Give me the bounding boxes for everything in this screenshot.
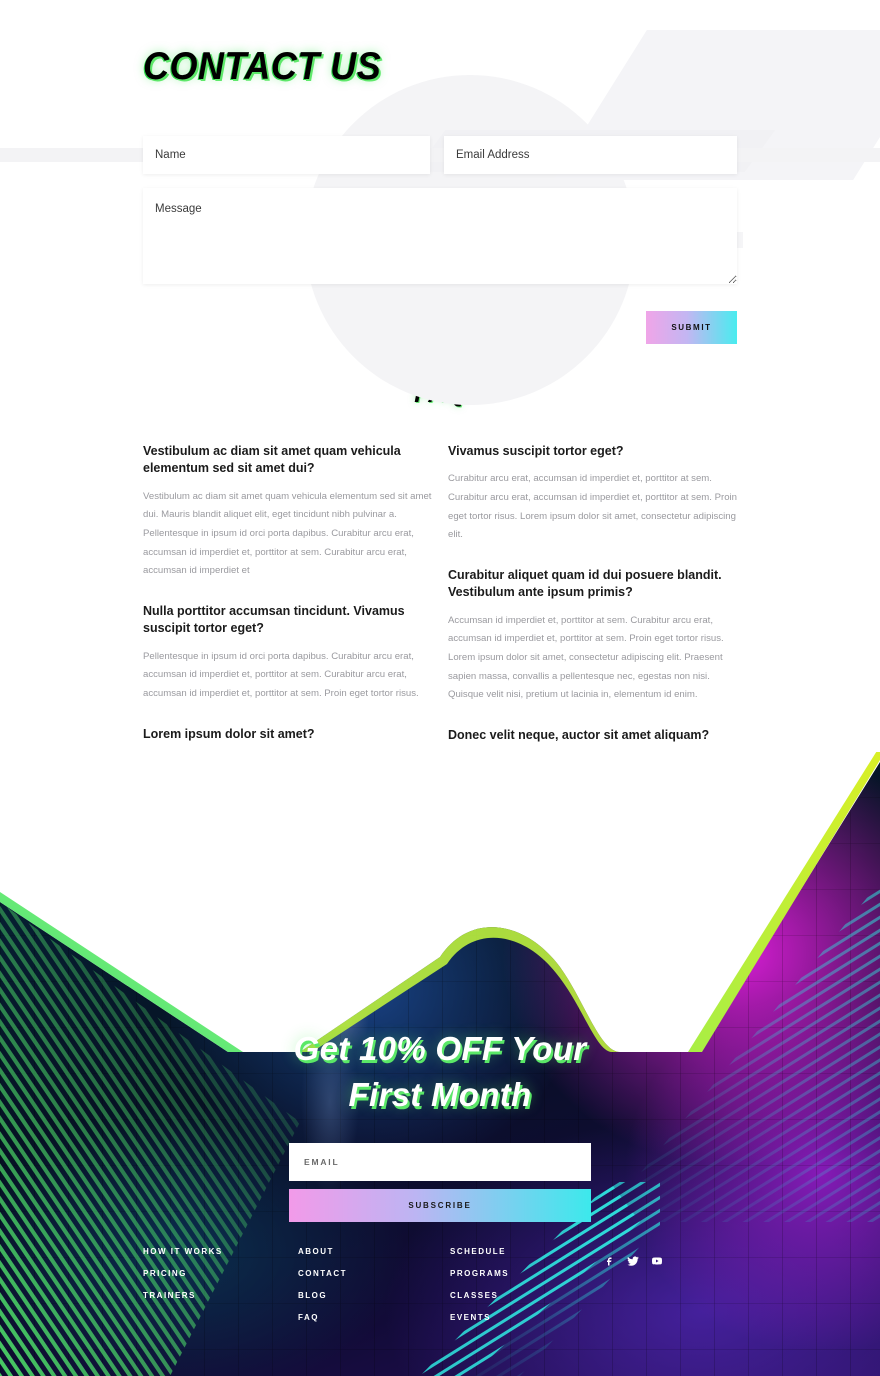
faq-answer: Curabitur arcu erat, accumsan id imperdi… — [448, 473, 737, 541]
footer-link-about[interactable]: ABOUT — [298, 1248, 450, 1256]
footer-link-schedule[interactable]: SCHEDULE — [450, 1248, 602, 1256]
footer-link-programs[interactable]: PROGRAMS — [450, 1270, 602, 1278]
contact-form-row — [143, 136, 737, 174]
faq-columns: Vestibulum ac diam sit amet quam vehicul… — [0, 443, 880, 752]
contact-section: CONTACT US SUBMIT FAQ Vestibulum ac diam… — [0, 0, 880, 752]
faq-title: FAQ — [414, 380, 466, 408]
social-links — [602, 1248, 664, 1336]
footer-link-contact[interactable]: CONTACT — [298, 1270, 450, 1278]
name-input[interactable] — [143, 136, 430, 174]
youtube-icon[interactable] — [650, 1254, 664, 1268]
footer-column-3: SCHEDULE PROGRAMS CLASSES EVENTS — [450, 1248, 602, 1336]
cta-title-line2: First Month — [348, 1075, 532, 1113]
subscribe-email-input[interactable] — [289, 1143, 591, 1182]
cta-title-line1: Get 10% OFF Your — [293, 1030, 587, 1067]
faq-question[interactable]: Vivamus suscipit tortor eget? — [448, 443, 737, 460]
footer-link-faq[interactable]: FAQ — [298, 1314, 450, 1322]
page-title: CONTACT US — [143, 43, 382, 88]
faq-answer: Vestibulum ac diam sit amet quam vehicul… — [143, 490, 432, 577]
footer-column-2: ABOUT CONTACT BLOG FAQ — [298, 1248, 450, 1336]
footer-link-classes[interactable]: CLASSES — [450, 1292, 602, 1300]
faq-answer: Accumsan id imperdiet et, porttitor at s… — [448, 614, 724, 701]
contact-container: CONTACT US SUBMIT — [0, 0, 880, 344]
facebook-icon[interactable] — [602, 1254, 616, 1268]
footer-link-pricing[interactable]: PRICING — [143, 1270, 298, 1278]
email-input[interactable] — [444, 136, 737, 174]
submit-row: SUBMIT — [143, 311, 737, 344]
footer-link-trainers[interactable]: TRAINERS — [143, 1292, 298, 1300]
subscribe-form: SUBSCRIBE — [289, 1143, 591, 1223]
footer-link-blog[interactable]: BLOG — [298, 1292, 450, 1300]
faq-question[interactable]: Nulla porttitor accumsan tincidunt. Viva… — [143, 603, 432, 638]
faq-question[interactable]: Lorem ipsum dolor sit amet? — [143, 726, 432, 743]
footer-link-how-it-works[interactable]: HOW IT WORKS — [143, 1248, 298, 1256]
cta-content: Get 10% OFF Your First Month SUBSCRIBE — [0, 752, 880, 1223]
footer-column-1: HOW IT WORKS PRICING TRAINERS — [143, 1248, 298, 1336]
submit-button[interactable]: SUBMIT — [646, 311, 737, 344]
message-textarea[interactable] — [143, 188, 737, 284]
contact-form: SUBMIT — [143, 136, 737, 344]
faq-question[interactable]: Donec velit neque, auctor sit amet aliqu… — [448, 727, 737, 744]
faq-question[interactable]: Vestibulum ac diam sit amet quam vehicul… — [143, 443, 432, 478]
faq-column-left: Vestibulum ac diam sit amet quam vehicul… — [143, 443, 432, 752]
faq-answer: Pellentesque in ipsum id orci porta dapi… — [143, 650, 419, 699]
faq-question[interactable]: Curabitur aliquet quam id dui posuere bl… — [448, 567, 737, 602]
cta-title: Get 10% OFF Your First Month — [0, 1026, 880, 1117]
subscribe-button[interactable]: SUBSCRIBE — [289, 1189, 591, 1223]
footer-link-events[interactable]: EVENTS — [450, 1314, 602, 1322]
twitter-icon[interactable] — [626, 1254, 640, 1268]
faq-column-right: Vivamus suscipit tortor eget? Curabitur … — [448, 443, 737, 752]
footer: HOW IT WORKS PRICING TRAINERS ABOUT CONT… — [0, 1248, 880, 1336]
